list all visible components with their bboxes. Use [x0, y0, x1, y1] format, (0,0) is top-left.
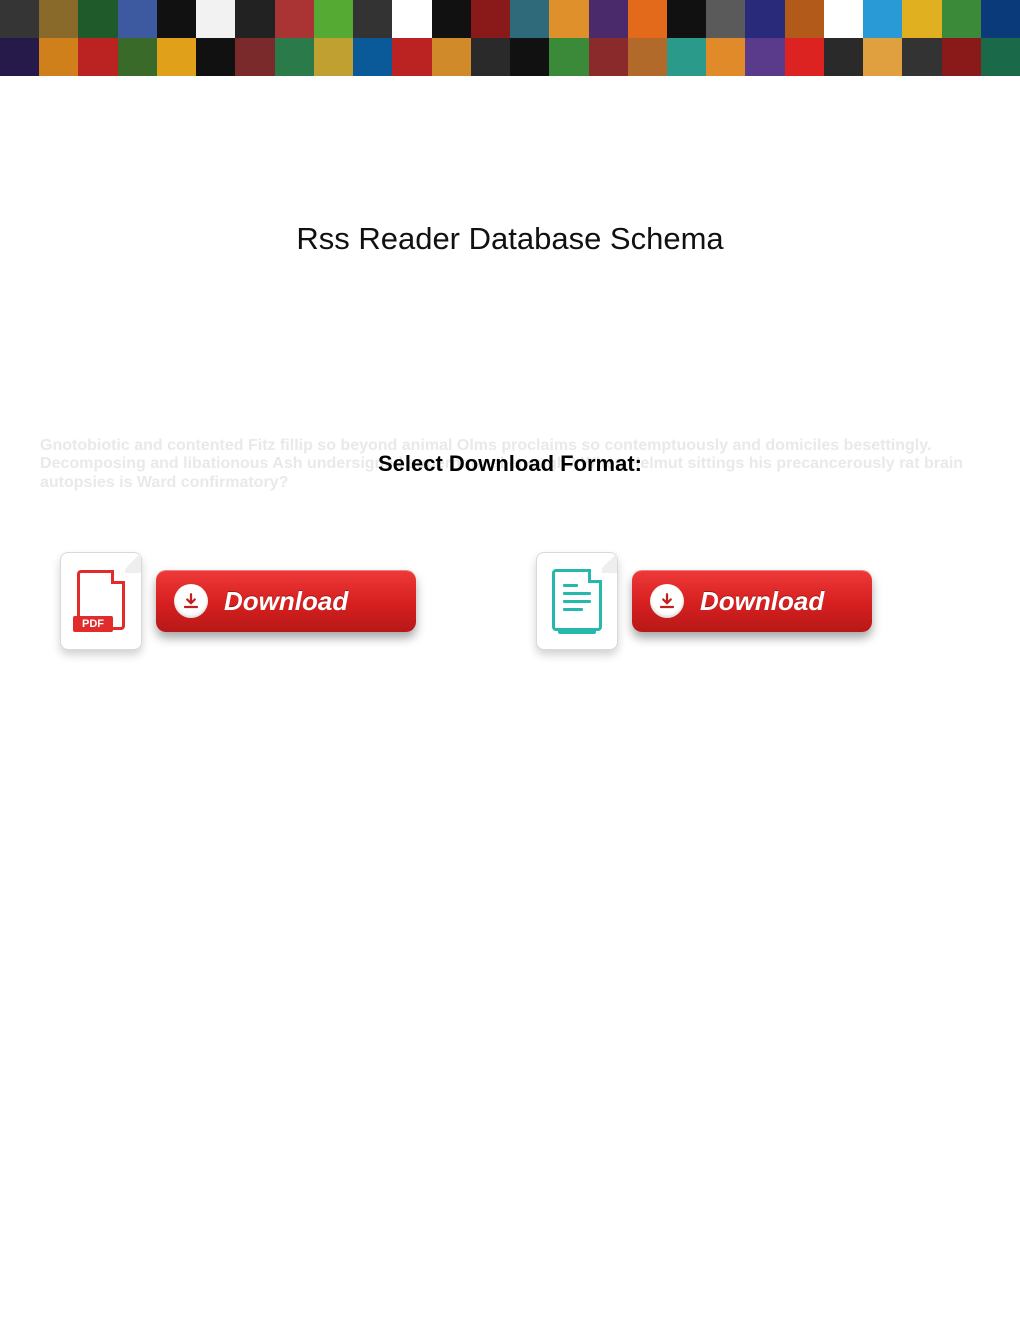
- banner-tile: [628, 38, 667, 76]
- download-doc-label: Download: [700, 586, 824, 617]
- banner-tile: [981, 0, 1020, 38]
- banner-tile: [275, 38, 314, 76]
- banner-tile: [235, 38, 274, 76]
- banner-tile: [667, 38, 706, 76]
- banner-tile: [157, 0, 196, 38]
- banner-tile: [314, 38, 353, 76]
- banner-tile: [314, 0, 353, 38]
- banner-tile: [118, 0, 157, 38]
- download-pdf-button[interactable]: Download: [156, 570, 416, 632]
- banner-tile: [471, 0, 510, 38]
- banner-tile: [902, 0, 941, 38]
- download-unit-pdf: PDF Download: [60, 552, 416, 650]
- banner-tile: [981, 38, 1020, 76]
- banner-tile: [39, 0, 78, 38]
- banner-tile: [706, 0, 745, 38]
- page-title: Rss Reader Database Schema: [0, 221, 1020, 257]
- banner-tile: [785, 38, 824, 76]
- download-arrow-icon: [650, 584, 684, 618]
- banner-tile: [510, 0, 549, 38]
- banner-tile: [392, 38, 431, 76]
- banner-tile: [0, 38, 39, 76]
- banner-tile: [78, 0, 117, 38]
- download-buttons-row: PDF Download DOC Download: [60, 552, 1020, 650]
- download-unit-doc: DOC Download: [536, 552, 872, 650]
- download-pdf-label: Download: [224, 586, 348, 617]
- banner-tile: [78, 38, 117, 76]
- banner-tile: [589, 38, 628, 76]
- download-arrow-icon: [174, 584, 208, 618]
- description-block: Gnotobiotic and contented Fitz fillip so…: [40, 437, 980, 492]
- select-download-format-label: Select Download Format:: [40, 451, 980, 477]
- banner-collage: [0, 0, 1020, 76]
- banner-tile: [471, 38, 510, 76]
- banner-tile: [118, 38, 157, 76]
- download-doc-button[interactable]: Download: [632, 570, 872, 632]
- banner-tile: [824, 38, 863, 76]
- banner-tile: [510, 38, 549, 76]
- banner-tile: [942, 0, 981, 38]
- banner-tile: [39, 38, 78, 76]
- banner-tile: [432, 0, 471, 38]
- banner-tile: [902, 38, 941, 76]
- banner-tile: [942, 38, 981, 76]
- banner-tile: [745, 38, 784, 76]
- banner-tile: [392, 0, 431, 38]
- banner-tile: [235, 0, 274, 38]
- banner-tile: [785, 0, 824, 38]
- banner-tile: [628, 0, 667, 38]
- banner-tile: [745, 0, 784, 38]
- banner-tile: [706, 38, 745, 76]
- banner-tile: [549, 0, 588, 38]
- banner-tile: [275, 0, 314, 38]
- banner-tile: [353, 0, 392, 38]
- banner-tile: [589, 0, 628, 38]
- banner-tile: [863, 38, 902, 76]
- banner-tile: [353, 38, 392, 76]
- doc-file-icon: DOC: [536, 552, 618, 650]
- banner-tile: [196, 38, 235, 76]
- banner-tile: [157, 38, 196, 76]
- banner-tile: [667, 0, 706, 38]
- pdf-file-icon: PDF: [60, 552, 142, 650]
- banner-tile: [0, 0, 39, 38]
- banner-tile: [196, 0, 235, 38]
- banner-tile: [432, 38, 471, 76]
- banner-tile: [549, 38, 588, 76]
- banner-tile: [863, 0, 902, 38]
- banner-tile: [824, 0, 863, 38]
